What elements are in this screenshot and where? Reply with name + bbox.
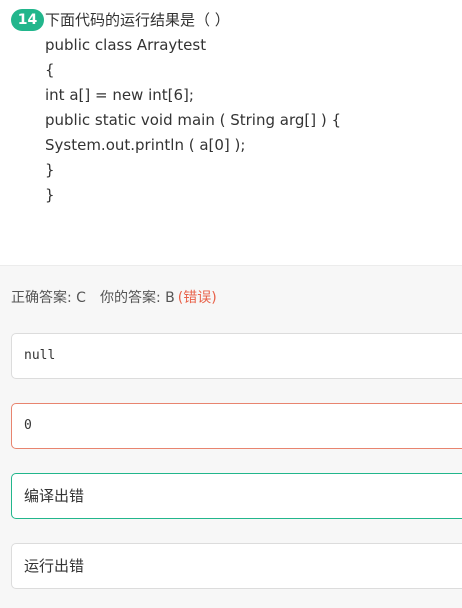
question-title: 下面代码的运行结果是（ ） bbox=[45, 11, 230, 29]
code-line: { bbox=[45, 61, 55, 79]
code-line: } bbox=[45, 186, 55, 204]
answer-summary: 正确答案: C 你的答案: B (错误) bbox=[11, 287, 217, 309]
code-line: } bbox=[45, 161, 55, 179]
option-c[interactable]: 编译出错 bbox=[11, 473, 462, 519]
correct-answer-label: 正确答案: C bbox=[11, 290, 86, 306]
option-b-text: 0 bbox=[24, 418, 32, 433]
code-line: System.out.println ( a[0] ); bbox=[45, 136, 246, 154]
question-card: 14 下面代码的运行结果是（ ） public class Arraytest … bbox=[0, 0, 462, 266]
code-line: public class Arraytest bbox=[45, 36, 207, 54]
code-block: public class Arraytest { int a[] = new i… bbox=[45, 33, 341, 208]
code-line: int a[] = new int[6]; bbox=[45, 86, 194, 104]
question-number-badge: 14 bbox=[11, 9, 44, 31]
option-b[interactable]: 0 bbox=[11, 403, 462, 449]
option-d[interactable]: 运行出错 bbox=[11, 543, 462, 589]
option-a[interactable]: null bbox=[11, 333, 462, 379]
code-line: public static void main ( String arg[] )… bbox=[45, 111, 342, 129]
answer-status-wrong: (错误) bbox=[177, 290, 217, 306]
option-c-text: 编译出错 bbox=[24, 487, 85, 505]
option-a-text: null bbox=[24, 348, 56, 363]
your-answer-label: 你的答案: B bbox=[99, 290, 175, 306]
option-d-text: 运行出错 bbox=[24, 557, 85, 575]
